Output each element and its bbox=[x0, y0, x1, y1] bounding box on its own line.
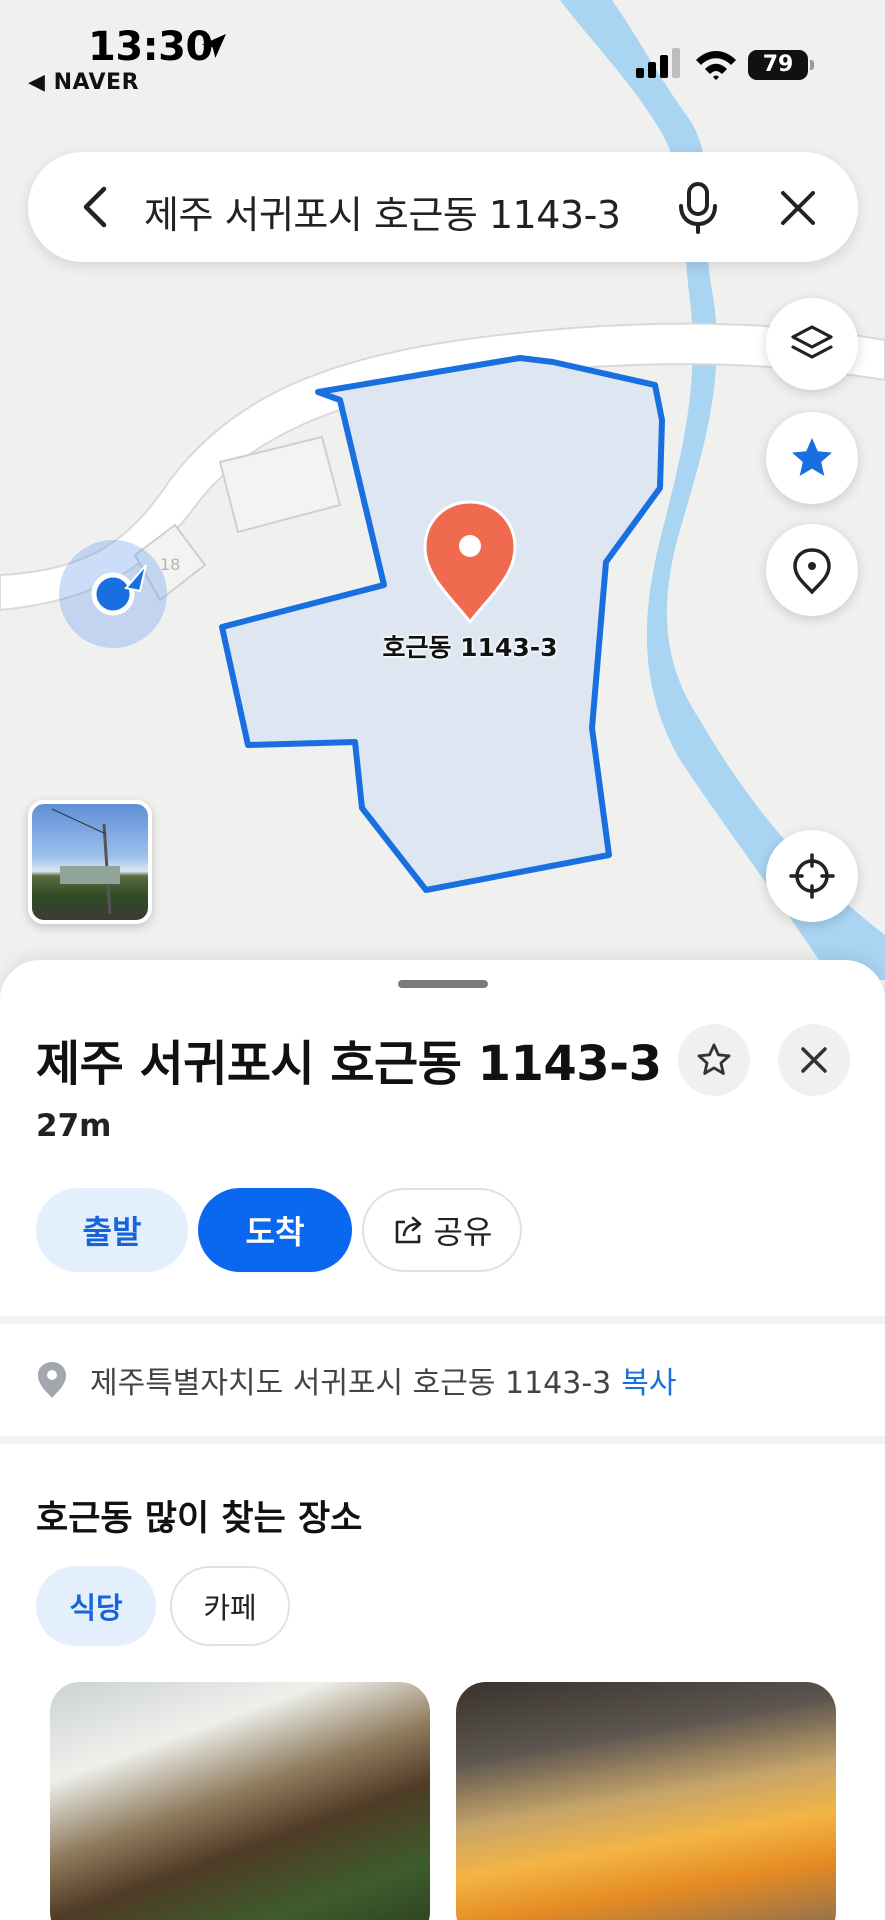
distance-text: 27m bbox=[36, 1108, 112, 1144]
search-input[interactable]: 제주 서귀포시 호근동 1143-3 bbox=[144, 184, 621, 239]
place-marker-button[interactable] bbox=[766, 524, 858, 616]
chip-restaurant[interactable]: 식당 bbox=[36, 1566, 156, 1646]
layers-icon bbox=[791, 325, 833, 359]
building-number: 18 bbox=[160, 555, 180, 574]
back-to-app-link[interactable]: ◀ NAVER bbox=[28, 70, 139, 95]
section-title: 호근동 많이 찾는 장소 bbox=[36, 1499, 363, 1539]
close-icon bbox=[801, 1047, 827, 1073]
wifi-icon bbox=[696, 51, 736, 80]
section-divider bbox=[0, 1316, 885, 1324]
map-pin-icon bbox=[793, 548, 831, 594]
status-time: 13:30 bbox=[88, 24, 213, 70]
parcel-area bbox=[219, 355, 665, 893]
battery-cap bbox=[810, 60, 814, 70]
location-arrow-icon bbox=[202, 34, 226, 58]
star-outline-icon bbox=[697, 1043, 731, 1075]
place-card-photo[interactable] bbox=[456, 1682, 836, 1920]
chevron-left-icon bbox=[83, 186, 107, 228]
cellular-signal-icon bbox=[636, 48, 680, 78]
share-label: 공유 bbox=[433, 1213, 493, 1251]
microphone-icon bbox=[679, 182, 717, 234]
address-row: 제주특별자치도 서귀포시 호근동 1143-3 복사 bbox=[36, 1350, 676, 1410]
place-title: 제주 서귀포시 호근동 1143-3 bbox=[36, 1036, 662, 1092]
street-view-thumbnail[interactable] bbox=[28, 800, 152, 924]
crosshair-icon bbox=[789, 853, 835, 899]
search-bar[interactable]: 제주 서귀포시 호근동 1143-3 bbox=[28, 152, 858, 262]
copy-address-button[interactable]: 복사 bbox=[621, 1358, 676, 1402]
address-text: 제주특별자치도 서귀포시 호근동 1143-3 bbox=[90, 1366, 612, 1401]
map-layers-button[interactable] bbox=[766, 298, 858, 390]
status-bar: 13:30 ◀ NAVER 79 bbox=[0, 0, 885, 100]
start-button[interactable]: 출발 bbox=[36, 1188, 188, 1272]
back-button[interactable] bbox=[68, 180, 122, 234]
location-pin-icon bbox=[38, 1362, 66, 1398]
close-icon bbox=[781, 191, 815, 225]
current-location-button[interactable] bbox=[766, 830, 858, 922]
my-location-dot bbox=[91, 572, 135, 616]
star-icon bbox=[792, 438, 832, 476]
share-icon bbox=[395, 1216, 421, 1244]
chip-cafe[interactable]: 카페 bbox=[170, 1566, 290, 1646]
save-place-button[interactable] bbox=[678, 1024, 750, 1096]
map-view[interactable]: 18 호근동 1143-3 13:30 ◀ NAVER 79 제주 서귀포시 호… bbox=[0, 0, 885, 980]
section-divider bbox=[0, 1436, 885, 1444]
battery-indicator: 79 bbox=[748, 50, 808, 80]
favorites-button[interactable] bbox=[766, 412, 858, 504]
pin-label[interactable]: 호근동 1143-3 bbox=[360, 628, 580, 664]
close-sheet-button[interactable] bbox=[778, 1024, 850, 1096]
street-view-image bbox=[51, 808, 120, 915]
sheet-drag-handle[interactable] bbox=[398, 980, 488, 988]
place-card-photo[interactable] bbox=[50, 1682, 430, 1920]
voice-search-button[interactable] bbox=[668, 178, 728, 238]
clear-search-button[interactable] bbox=[768, 178, 828, 238]
arrive-button[interactable]: 도착 bbox=[198, 1188, 352, 1272]
share-button[interactable]: 공유 bbox=[362, 1188, 522, 1272]
place-detail-sheet[interactable]: 제주 서귀포시 호근동 1143-3 27m 출발 도착 공유 제주특별자치도 … bbox=[0, 960, 885, 1920]
